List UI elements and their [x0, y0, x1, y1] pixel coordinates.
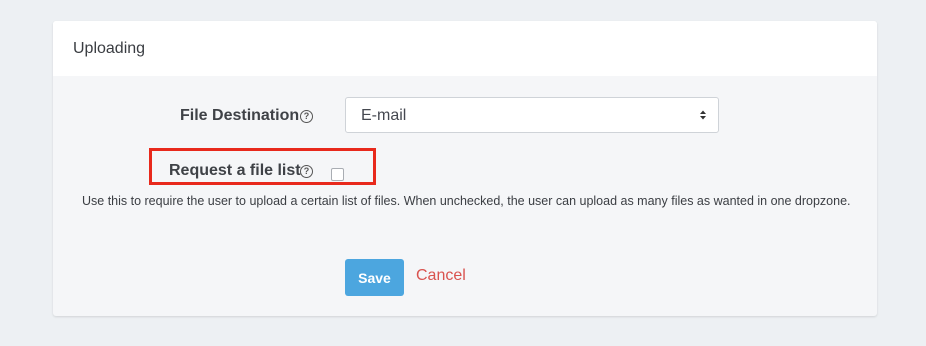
- uploading-panel: Uploading File Destination ? E-mail Requ…: [53, 21, 877, 316]
- file-destination-help-icon[interactable]: ?: [300, 110, 313, 123]
- request-file-list-checkbox[interactable]: [331, 168, 344, 181]
- request-file-list-help-icon[interactable]: ?: [300, 165, 313, 178]
- cancel-link[interactable]: Cancel: [416, 267, 466, 285]
- panel-header: Uploading: [53, 21, 877, 76]
- request-file-list-help-text: Use this to require the user to upload a…: [82, 194, 851, 208]
- select-arrows-icon: [700, 110, 706, 120]
- file-destination-select[interactable]: E-mail: [345, 97, 719, 133]
- request-file-list-label: Request a file list: [169, 162, 301, 179]
- save-button[interactable]: Save: [345, 259, 404, 296]
- file-destination-selected-value: E-mail: [361, 107, 407, 124]
- panel-title: Uploading: [73, 40, 146, 57]
- file-destination-label: File Destination: [180, 107, 300, 124]
